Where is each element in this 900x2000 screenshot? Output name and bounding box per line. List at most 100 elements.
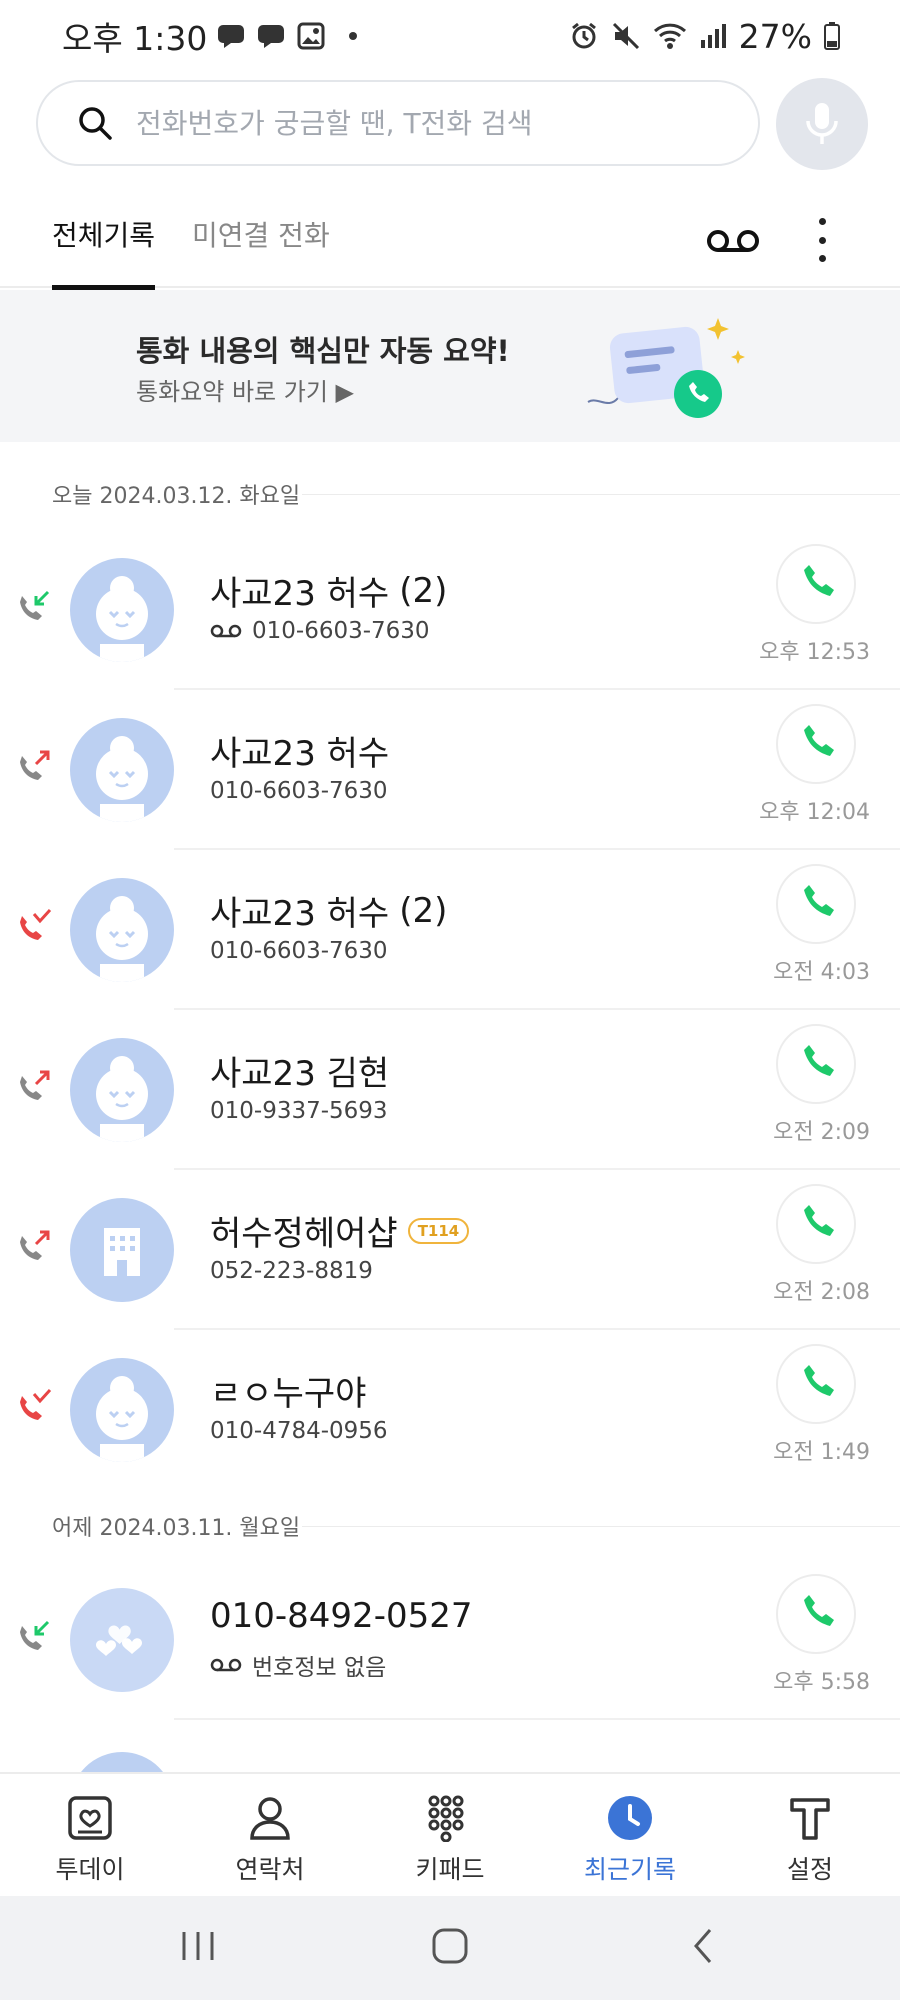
call-button[interactable] [776,704,856,784]
call-button[interactable] [776,1024,856,1104]
date-header-yesterday: 어제 2024.03.11. 월요일 [52,1510,900,1542]
keypad-icon [428,1795,464,1842]
avatar[interactable] [70,1038,174,1142]
phone-number-row: 052-223-8819 [210,1258,373,1284]
call-count: (2) [399,890,448,931]
phone-number-row: 번호정보 없음 [210,1648,386,1682]
contact-name-row: 사교23 허수 (2) [210,886,447,935]
hearts-avatar-icon [96,1625,142,1656]
nav-keypad[interactable]: 키패드 [380,1790,520,1890]
contacts-icon [250,1797,290,1840]
call-log-item[interactable]: 사교23 허수 (2) 010-6603-7630 오전 4:03 [0,850,900,1010]
call-time: 오전 4:03 [773,960,870,985]
tab-all-records[interactable]: 전체기록 [52,214,156,290]
call-log-item[interactable]: 사교23 허수 (2) 010-6603-7630 오후 12:53 [0,530,900,690]
nav-recent[interactable]: 최근기록 [560,1790,700,1890]
back-icon[interactable] [688,1926,718,1966]
call-button[interactable] [776,1574,856,1654]
call-time: 오전 2:08 [773,1280,870,1305]
avatar[interactable] [70,1198,174,1302]
voicemail-icon [707,230,759,252]
call-summary-illustration [587,318,745,418]
summary-banner[interactable]: 통화 내용의 핵심만 자동 요약! 통화요약 바로 가기 ▶ [0,290,900,442]
phone-icon [804,565,834,596]
phone-icon [804,885,834,916]
voice-search-button[interactable] [776,78,868,170]
search-bar[interactable] [36,80,760,166]
phone-number-row: 010-6603-7630 [210,778,388,804]
avatar[interactable] [70,558,174,662]
home-icon[interactable] [430,1926,470,1966]
voicemail-button[interactable] [706,226,760,256]
voicemail-icon [210,624,242,638]
system-navigation-bar [0,1896,900,2000]
recent-icon [608,1796,652,1840]
gallery-icon [297,22,325,50]
number-info: 번호정보 없음 [252,1655,387,1681]
call-log-item[interactable]: ㄹㅇ누구야 010-4784-0956 오전 1:49 [0,1330,900,1490]
nav-contacts[interactable]: 연락처 [200,1790,340,1890]
phone-icon [804,1045,834,1076]
avatar[interactable] [70,878,174,982]
tab-bar: 전체기록 미연결 전화 [0,198,900,290]
search-icon [79,107,112,140]
nav-label: 키패드 [415,1855,485,1884]
chat-bubble-icon [258,25,285,48]
more-dot-icon [818,218,826,225]
person-avatar-icon [96,1056,148,1142]
phone-number: 010-6603-7630 [210,938,388,964]
person-avatar-icon [96,576,148,662]
nav-label: 연락처 [235,1855,305,1884]
call-log-item[interactable]: 허수정헤어샵 T114 052-223-8819 오전 2:08 [0,1170,900,1330]
phone-number: 010-9337-5693 [210,1098,388,1124]
call-time: 오후 12:04 [759,800,870,825]
search-input[interactable] [136,106,716,140]
more-dot-icon [818,236,826,244]
phone-number-row: 010-6603-7630 [210,938,388,964]
microphone-icon [806,103,838,144]
voicemail-icon [210,1658,242,1672]
contact-name: 사교23 김현 [210,1054,390,1094]
incoming-call-icon [20,590,50,620]
recent-apps-icon[interactable] [180,1926,216,1966]
call-log-item[interactable]: 사교23 허수 010-6603-7630 오후 12:04 [0,690,900,850]
status-time: 오후 1:30 [62,19,208,58]
nav-label: 투데이 [55,1855,125,1884]
contact-name: ㄹㅇ누구야 [210,1374,367,1414]
call-button[interactable] [776,1344,856,1424]
status-right: 27% [569,17,840,56]
person-avatar-icon [96,896,148,982]
battery-icon [824,22,840,50]
avatar[interactable] [70,718,174,822]
contact-name: 010-8492-0527 [210,1596,473,1636]
date-label: 오늘 2024.03.12. 화요일 [52,484,301,509]
phone-icon [804,1595,834,1626]
call-log-item-partial[interactable] [70,1752,174,1772]
contact-name: 사교23 허수 [210,894,390,934]
banner-link[interactable]: 통화요약 바로 가기 ▶ [136,372,354,407]
call-button[interactable] [776,864,856,944]
nav-settings[interactable]: 설정 [740,1790,880,1890]
battery-percent: 27% [738,16,812,56]
divider [302,1526,900,1527]
wifi-icon [653,23,686,49]
banner-title: 통화 내용의 핵심만 자동 요약! [136,334,510,368]
call-button[interactable] [776,1184,856,1264]
more-options-button[interactable] [800,212,844,268]
outgoing-call-icon [20,1230,50,1260]
call-time: 오전 1:49 [773,1440,870,1465]
avatar[interactable] [70,1588,174,1692]
contact-name: 사교23 허수 [210,574,390,614]
contact-name-row: 허수정헤어샵 T114 [210,1206,470,1255]
call-log-item[interactable]: 사교23 김현 010-9337-5693 오전 2:09 [0,1010,900,1170]
call-log-item[interactable]: 010-8492-0527 번호정보 없음 오후 5:58 [0,1560,900,1720]
avatar[interactable] [70,1358,174,1462]
phone-number-row: 010-4784-0956 [210,1418,388,1444]
phone-number: 052-223-8819 [210,1258,373,1284]
phone-icon [804,1205,834,1236]
avatar [70,1752,174,1772]
nav-label: 최근기록 [583,1855,676,1884]
call-button[interactable] [776,544,856,624]
tab-missed-calls[interactable]: 미연결 전화 [192,214,330,288]
nav-today[interactable]: 투데이 [20,1790,160,1890]
